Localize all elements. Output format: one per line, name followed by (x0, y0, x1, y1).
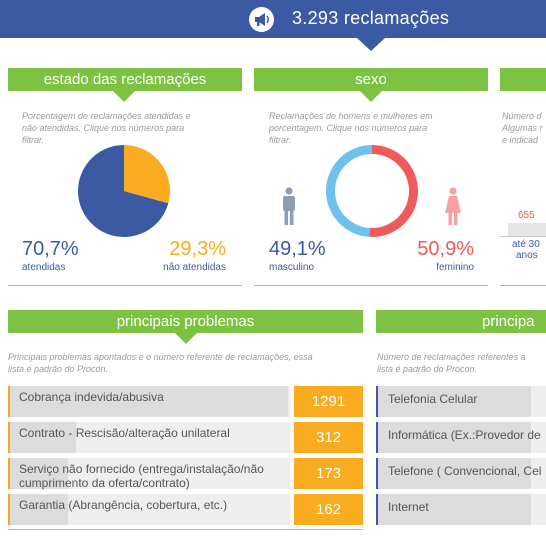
problemas-description: Principais problemas apontados e o númer… (8, 352, 313, 374)
masculino-percentage[interactable]: 49,1% (269, 238, 326, 261)
sexo-description: Reclamações de homens e mulheres em porc… (269, 111, 433, 145)
problemas-divider (8, 529, 363, 530)
problem-count: 173 (294, 458, 363, 489)
problem-row[interactable]: Serviço não fornecido (entrega/instalaçã… (8, 458, 363, 490)
categorias-description: Número de reclamações referentes a lista… (377, 352, 526, 374)
page-title: 3.293 reclamações (292, 8, 450, 28)
problem-count: 312 (294, 422, 363, 453)
problemas-section-title: principais problemas (8, 310, 363, 333)
idade-bar-label-line1: até 30 (512, 239, 540, 250)
categorias-section-title: principa (376, 310, 546, 333)
estado-section-title: estado das reclamações (8, 68, 242, 91)
category-label: Internet (388, 500, 429, 514)
problem-row[interactable]: Contrato - Rescisão/alteração unilateral… (8, 422, 363, 453)
problem-label: Serviço não fornecido (entrega/instalaçã… (19, 462, 264, 490)
sexo-donut-chart (326, 145, 418, 237)
megaphone-icon (249, 7, 274, 32)
idade-axis (500, 236, 546, 237)
problem-row-accent (8, 458, 10, 489)
category-row[interactable]: Telefonia Celular (376, 386, 546, 417)
female-icon (443, 187, 463, 232)
category-row-accent (376, 458, 378, 489)
sexo-divider (254, 285, 488, 286)
category-row-accent (376, 494, 378, 525)
estado-title-pointer (113, 91, 135, 102)
idade-bar-label-line2: anos (516, 250, 538, 261)
nao-atendidas-label: não atendidas (163, 262, 226, 273)
problem-row-accent (8, 386, 10, 417)
nao-atendidas-percentage[interactable]: 29,3% (160, 238, 226, 261)
category-row-accent (376, 422, 378, 453)
problemas-title-pointer (175, 333, 197, 344)
estado-description: Porcentagem de reclamações atendidas e n… (22, 111, 191, 145)
problem-row[interactable]: Garantia (Abrangência, cobertura, etc.) … (8, 494, 363, 525)
categorias-title-text: principa (482, 313, 535, 330)
masculino-label: masculino (269, 262, 315, 273)
category-label: Telefone ( Convencional, Cel (388, 464, 542, 478)
category-row[interactable]: Telefone ( Convencional, Cel (376, 458, 546, 489)
category-label: Informática (Ex.:Provedor de (388, 428, 541, 442)
donut-slice-masculino[interactable] (326, 145, 372, 237)
idade-bar[interactable] (508, 223, 546, 236)
problem-row-accent (8, 494, 10, 525)
category-row[interactable]: Internet (376, 494, 546, 525)
header-pointer (357, 38, 385, 51)
problem-row[interactable]: Cobrança indevida/abusiva 1291 (8, 386, 363, 417)
donut-slice-feminino[interactable] (369, 145, 418, 237)
problem-label: Cobrança indevida/abusiva (19, 390, 164, 404)
idade-description: Número d Algumas r e indicad (502, 111, 543, 145)
feminino-percentage[interactable]: 50,9% (394, 238, 474, 261)
problem-count: 162 (294, 494, 363, 525)
male-icon (280, 187, 298, 232)
category-label: Telefonia Celular (388, 392, 478, 406)
idade-divider (500, 285, 546, 286)
problem-count: 1291 (294, 386, 363, 417)
atendidas-percentage[interactable]: 70,7% (22, 238, 79, 261)
category-row[interactable]: Informática (Ex.:Provedor de (376, 422, 546, 453)
problem-label: Garantia (Abrangência, cobertura, etc.) (19, 498, 228, 512)
atendidas-label: atendidas (22, 262, 66, 273)
estado-divider (8, 285, 242, 286)
estado-pie-chart (78, 145, 170, 237)
idade-bar-value: 655 (518, 210, 535, 221)
sexo-section-title: sexo (254, 68, 488, 91)
feminino-label: feminino (436, 262, 474, 273)
problem-row-accent (8, 422, 10, 453)
category-row-accent (376, 386, 378, 417)
sexo-title-pointer (360, 91, 382, 102)
idade-section-title (500, 68, 546, 91)
problem-label: Contrato - Rescisão/alteração unilateral (19, 426, 230, 440)
